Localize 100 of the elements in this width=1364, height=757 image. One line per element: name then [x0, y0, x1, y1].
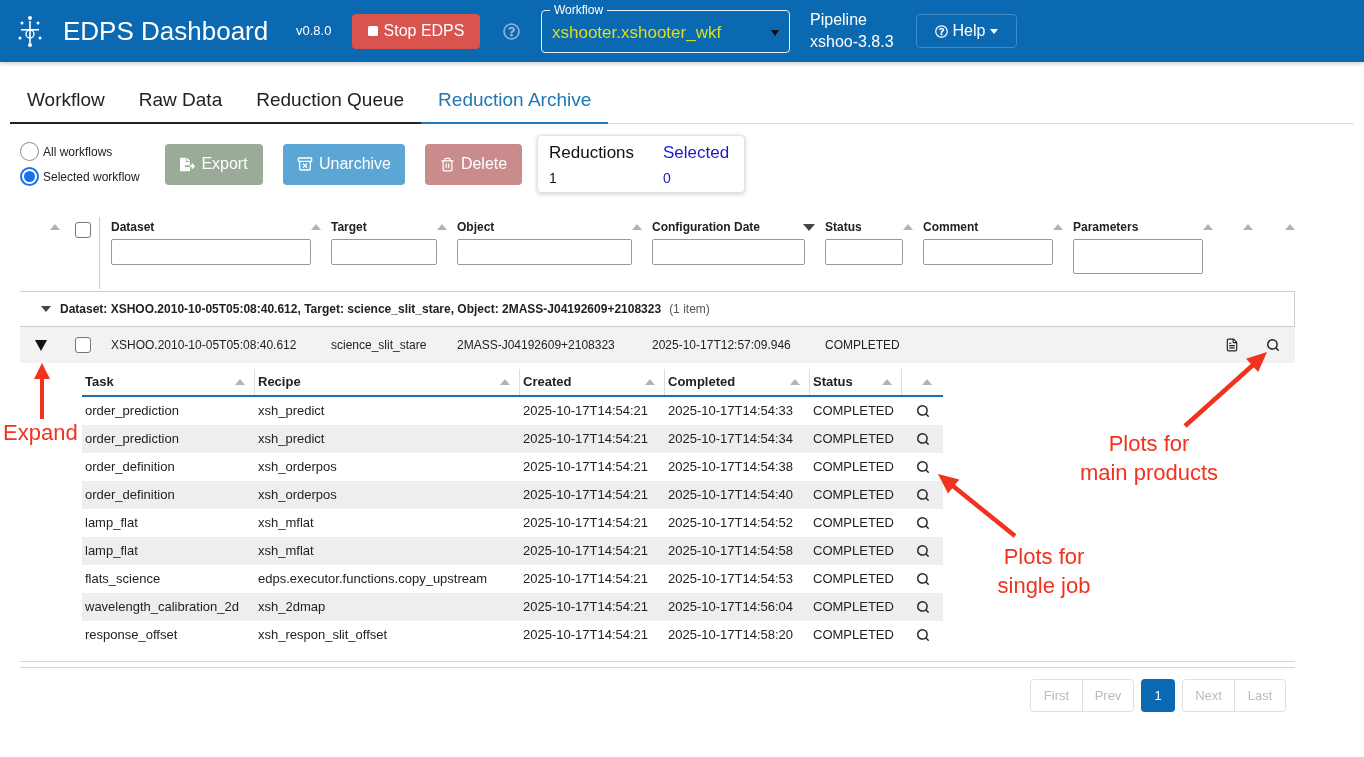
filter-field[interactable]: [652, 239, 805, 265]
table-cell-text: order_definition: [84, 486, 176, 505]
filter-field[interactable]: [825, 239, 903, 265]
search-icon[interactable]: [915, 572, 930, 586]
table-cell-text: 2025-10-17T14:54:21: [522, 626, 650, 645]
sort-icon[interactable]: [922, 379, 932, 385]
sort-icon[interactable]: [500, 379, 510, 385]
summary-value: 0: [663, 169, 672, 188]
file-export-icon: [180, 156, 196, 172]
table-cell-text: 2025-10-17T14:54:21: [522, 570, 650, 589]
search-icon[interactable]: [915, 404, 930, 418]
help-icon[interactable]: [503, 22, 520, 40]
annotation-arrow: [34, 363, 50, 419]
table-cell-text: COMPLETED: [812, 402, 895, 421]
table-cell-text: 2025-10-17T14:56:04: [667, 598, 795, 617]
sort-icon[interactable]: [1203, 224, 1213, 230]
column-header: Task: [85, 373, 114, 392]
sort-icon[interactable]: [437, 224, 447, 230]
caret-icon: [771, 29, 779, 36]
table-cell-text: 2025-10-17T14:54:21: [522, 514, 650, 533]
sort-icon[interactable]: [1285, 224, 1295, 230]
sort-icon[interactable]: [311, 224, 321, 230]
emblem-icon: [17, 14, 43, 48]
annotation-label: Expand: [3, 419, 79, 447]
column-header: Status: [813, 373, 853, 392]
stop-button[interactable]: Stop EDPS: [352, 13, 480, 49]
table-cell-text: COMPLETED: [812, 430, 895, 449]
radio-button[interactable]: [20, 142, 39, 161]
table-cell-text: order_definition: [84, 458, 176, 477]
table-cell-text: 2025-10-17T14:54:52: [667, 514, 795, 533]
filter-field[interactable]: [923, 239, 1053, 265]
sort-icon[interactable]: [1053, 224, 1063, 230]
pipeline-version: xshoo-3.8.3: [810, 32, 895, 52]
table-cell-text: 2025-10-17T14:54:21: [522, 402, 650, 421]
tab[interactable]: Workflow: [10, 78, 122, 124]
sort-icon[interactable]: [50, 224, 60, 230]
search-icon[interactable]: [915, 600, 930, 614]
workflow-select[interactable]: Workflow xshooter.xshooter_wkf: [541, 3, 790, 53]
column-header: Configuration Date: [652, 219, 760, 236]
search-icon[interactable]: [915, 628, 930, 642]
table-cell-text: 2025-10-17T14:54:21: [522, 598, 650, 617]
sort-icon[interactable]: [903, 224, 913, 230]
collapse-caret-icon[interactable]: [41, 306, 51, 312]
checkbox[interactable]: [74, 222, 91, 238]
caret-icon: [990, 28, 999, 34]
search-icon[interactable]: [915, 432, 930, 446]
search-icon[interactable]: [915, 516, 930, 530]
expand-caret-icon[interactable]: [35, 339, 47, 351]
table-cell-text: xsh_orderpos: [257, 486, 338, 505]
search-icon[interactable]: [915, 488, 930, 502]
table-cell-text: science_slit_stare: [331, 337, 428, 354]
column-header: Completed: [668, 373, 736, 392]
table-cell-text: 2025-10-17T14:54:21: [522, 458, 650, 477]
tab[interactable]: Reduction Queue: [239, 78, 422, 124]
sort-descending-icon[interactable]: [803, 223, 815, 231]
stop-icon: [367, 26, 378, 36]
column-header: Recipe: [258, 373, 301, 392]
table-cell-text: COMPLETED: [812, 626, 895, 645]
table-cell-text: 2MASS-J04192609+2108323: [457, 337, 616, 354]
table-cell-text: COMPLETED: [812, 486, 895, 505]
table-cell-text: flats_science: [84, 570, 162, 589]
table-cell-text: xsh_mflat: [257, 514, 315, 533]
page-button[interactable]: 1: [1141, 679, 1175, 712]
table-cell-text: xsh_predict: [257, 402, 326, 421]
table-cell-text: 2025-10-17T14:54:40: [667, 486, 795, 505]
column-header: Parameters: [1073, 219, 1139, 236]
search-icon[interactable]: [1266, 338, 1280, 352]
table-cell-text: 2025-10-17T14:54:21: [522, 486, 650, 505]
table-cell-text: xsh_respon_slit_offset: [257, 626, 389, 645]
sort-icon[interactable]: [790, 379, 800, 385]
sort-icon[interactable]: [1243, 224, 1253, 230]
sort-icon[interactable]: [882, 379, 892, 385]
table-cell-text: COMPLETED: [812, 598, 895, 617]
table-cell-text: COMPLETED: [812, 514, 895, 533]
filter-field[interactable]: [1073, 239, 1203, 274]
table-cell-text: xsh_predict: [257, 430, 326, 449]
filter-field[interactable]: [111, 239, 311, 265]
checkbox[interactable]: [75, 337, 91, 353]
sort-icon[interactable]: [235, 379, 245, 385]
table-cell-text: lamp_flat: [84, 542, 139, 561]
table-cell-text: 2025-10-17T14:54:34: [667, 430, 795, 449]
filter-field[interactable]: [457, 239, 632, 265]
app-title: EDPS Dashboard: [63, 16, 270, 46]
search-icon[interactable]: [915, 460, 930, 474]
filter-field[interactable]: [331, 239, 437, 265]
group-title: Dataset: XSHOO.2010-10-05T05:08:40.612, Target: science_slit_stare, Object: 2MASS-J04192609+2108323: [60, 301, 662, 318]
tab[interactable]: Reduction Archive: [421, 78, 609, 124]
sort-icon[interactable]: [632, 224, 642, 230]
sort-icon[interactable]: [645, 379, 655, 385]
radio-button[interactable]: [20, 167, 39, 186]
document-icon[interactable]: [1225, 338, 1239, 352]
table-cell-text: COMPLETED: [812, 458, 895, 477]
version-label: v0.8.0: [296, 22, 333, 41]
table-row[interactable]: XSHOO.2010-10-05T05:08:40.612 science_slit_stare 2MASS-J04192609+2108323 2025-10-17T12:57:09.946 COMPLETED: [20, 327, 1295, 363]
search-icon[interactable]: [915, 544, 930, 558]
help-icon: [934, 24, 948, 38]
table-cell-text: 2025-10-17T14:54:21: [522, 430, 650, 449]
tab[interactable]: Raw Data: [121, 78, 240, 124]
group-count: (1 item): [669, 301, 710, 318]
help-menu-button[interactable]: Help: [916, 14, 1017, 48]
